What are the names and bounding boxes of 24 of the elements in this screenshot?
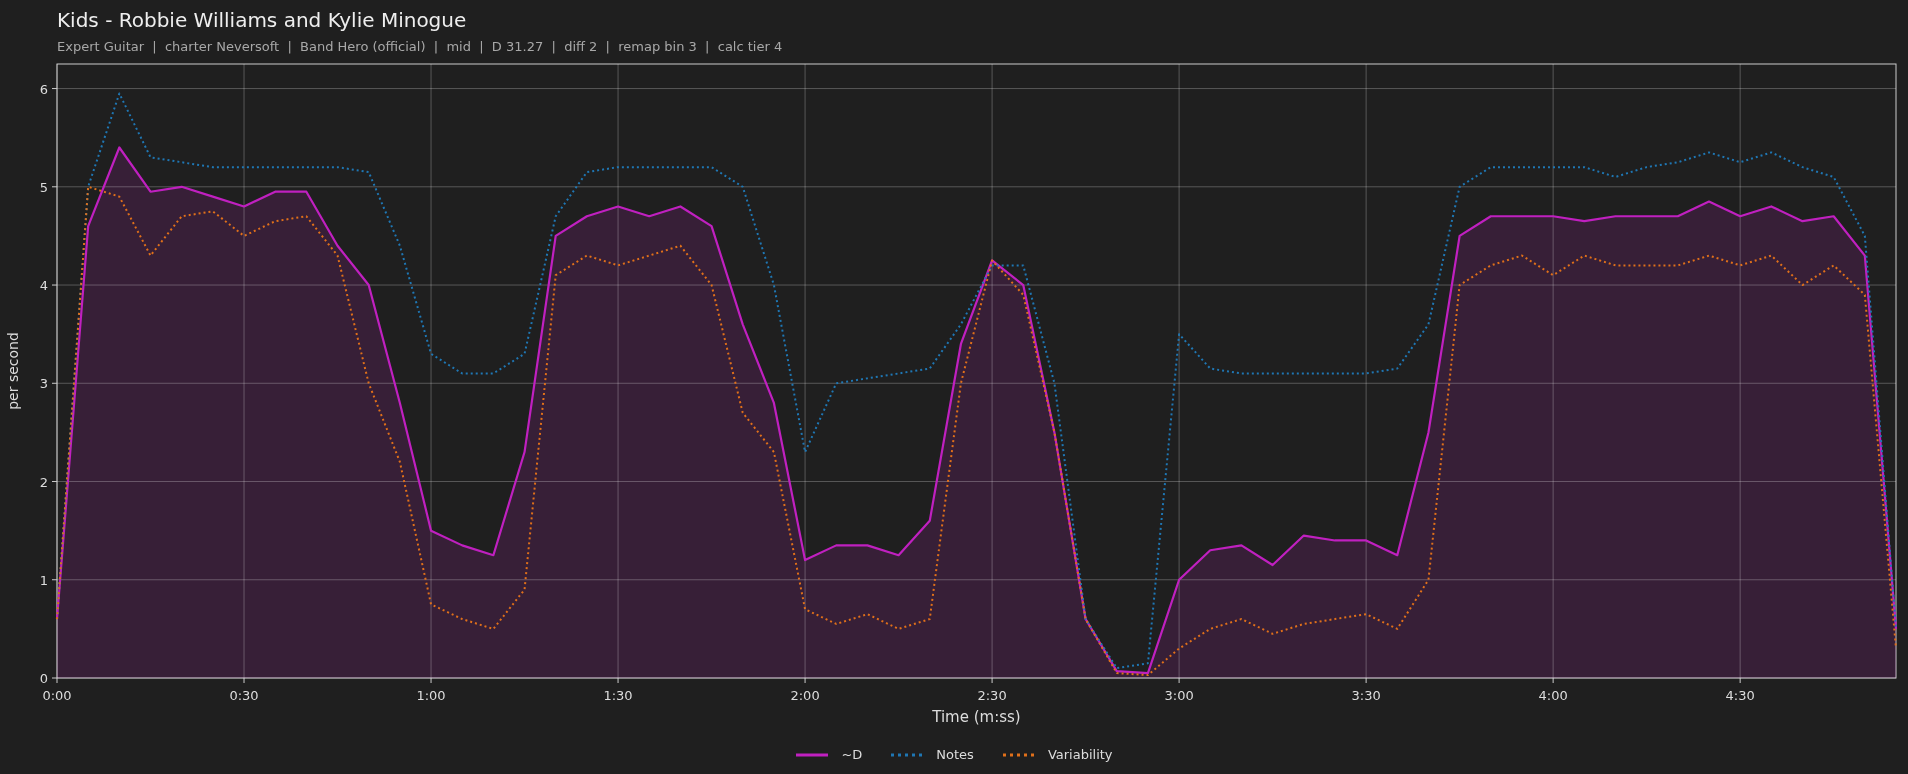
x-tick-label: 4:30 (1725, 688, 1755, 703)
legend-label: ~D (841, 747, 863, 762)
legend-label: Notes (936, 747, 974, 762)
x-tick-label: 2:00 (790, 688, 820, 703)
chart-subtitle: Expert Guitar | charter Neversoft | Band Hero (official) | mid | D 31.27 | diff 2 | remap bin 3 | calc tier 4 (57, 39, 784, 55)
y-tick-label: 6 (39, 81, 48, 97)
y-tick-label: 0 (39, 671, 48, 686)
x-tick-label: 1:30 (603, 688, 633, 703)
x-tick-label: 3:00 (1164, 688, 1194, 703)
x-tick-label: 1:00 (416, 688, 446, 703)
x-tick-label: 3:30 (1351, 688, 1381, 703)
y-axis-label: per second (5, 332, 21, 410)
x-tick-label: 0:00 (42, 688, 72, 703)
x-tick-label: 0:30 (229, 688, 259, 703)
y-tick-label: 3 (39, 376, 48, 392)
x-tick-label: 4:00 (1538, 688, 1568, 703)
y-tick-label: 1 (39, 572, 48, 588)
y-tick-label: 2 (39, 474, 48, 490)
y-tick-label: 4 (39, 278, 48, 294)
chart-title: Kids - Robbie Williams and Kylie Minogue (57, 7, 468, 33)
x-axis-label: Time (m:ss) (932, 708, 1021, 726)
legend-label: Variability (1047, 747, 1113, 762)
y-tick-label: 5 (39, 179, 48, 195)
x-tick-label: 2:30 (977, 688, 1007, 703)
